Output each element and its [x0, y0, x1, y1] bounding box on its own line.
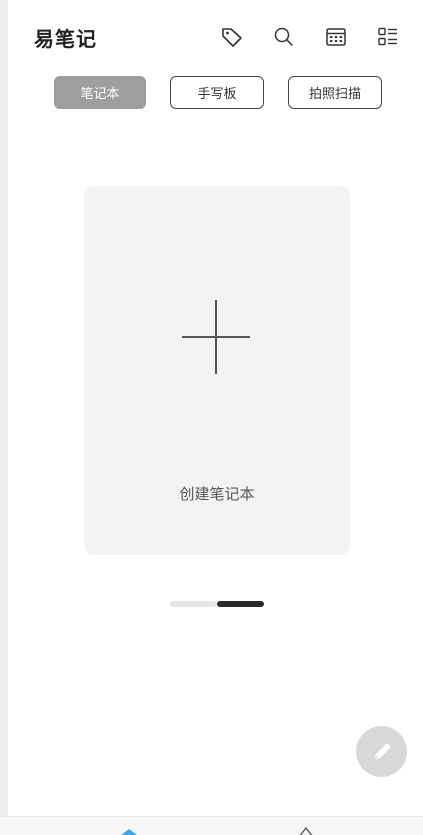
nav-home-icon[interactable] — [112, 827, 146, 835]
list-view-icon — [378, 27, 397, 46]
search-button[interactable] — [267, 20, 301, 54]
search-icon — [274, 27, 293, 46]
left-edge-strip — [0, 0, 8, 835]
calendar-icon — [326, 28, 346, 46]
write-fab-button[interactable] — [356, 726, 407, 777]
toolbar — [197, 20, 405, 54]
create-notebook-label: 创建笔记本 — [179, 485, 255, 503]
plus-icon — [182, 300, 250, 374]
page-indicator — [170, 601, 264, 607]
app-screen: 易笔记 笔记本 手写板 拍照扫描 创建笔记本 — [0, 0, 423, 835]
calendar-button[interactable] — [319, 20, 353, 54]
create-notebook-card[interactable]: 创建笔记本 — [84, 186, 350, 555]
mode-tabs: 笔记本 手写板 拍照扫描 — [54, 76, 382, 109]
bottom-navigation — [0, 816, 423, 835]
tag-icon — [222, 28, 242, 47]
page-indicator-dot[interactable] — [170, 601, 217, 607]
app-title: 易笔记 — [34, 26, 97, 51]
tab-handwriting[interactable]: 手写板 — [170, 76, 264, 109]
header: 易笔记 — [34, 20, 405, 54]
list-view-button[interactable] — [371, 20, 405, 54]
nav-explore-icon[interactable] — [296, 825, 316, 835]
tab-photo-scan[interactable]: 拍照扫描 — [288, 76, 382, 109]
tag-button[interactable] — [215, 20, 249, 54]
pen-icon — [373, 742, 391, 760]
page-indicator-dot-active[interactable] — [217, 601, 264, 607]
tab-notebook[interactable]: 笔记本 — [54, 76, 146, 109]
